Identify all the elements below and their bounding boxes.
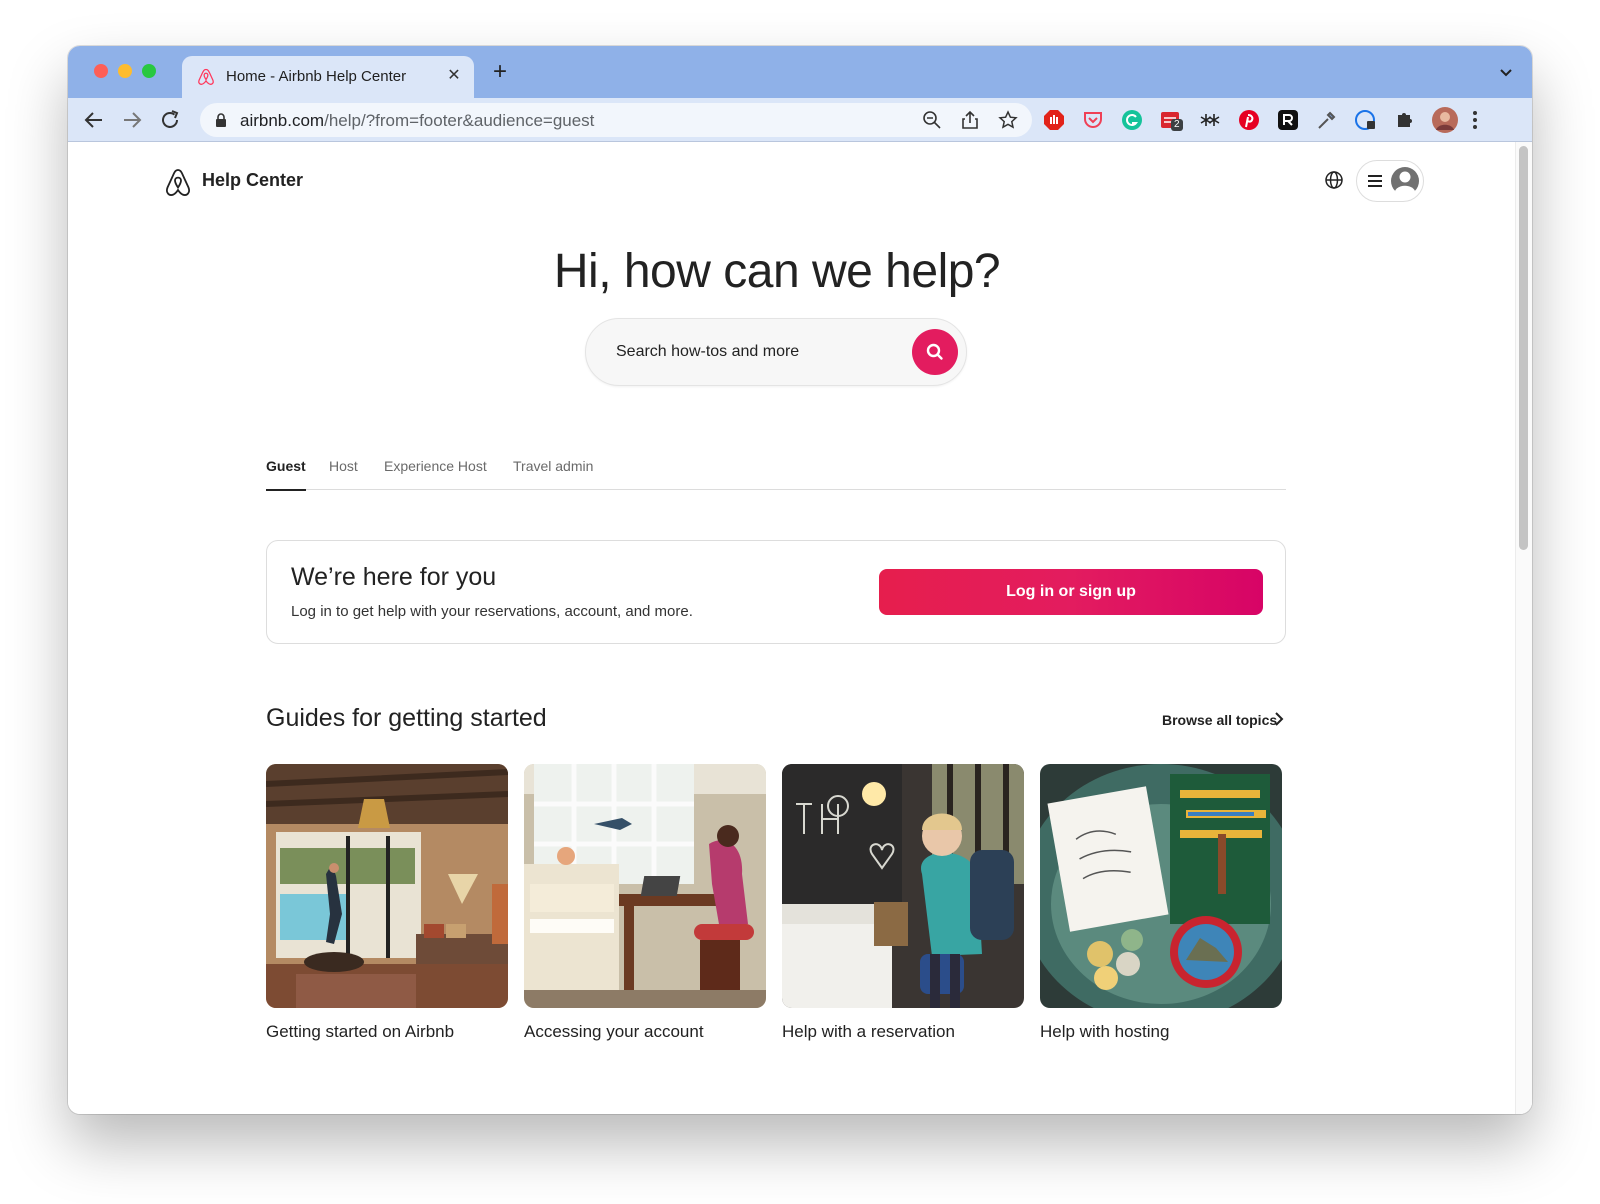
chevron-down-icon[interactable] [1498,64,1514,80]
living-room-photo[interactable] [266,764,508,1008]
close-window-button[interactable] [94,64,108,78]
calendar-extension-icon[interactable]: 2 [1160,109,1183,131]
new-tab-button[interactable]: + [488,60,512,85]
zoom-icon[interactable] [922,110,942,130]
guide-card-accessing-account[interactable]: Accessing your account [524,764,766,1041]
extensions-puzzle-icon[interactable] [1394,109,1416,131]
url-path: /help/?from=footer&audience=guest [324,111,595,130]
airbnb-favicon-icon [198,68,214,85]
tab-guest[interactable]: Guest [266,458,306,491]
search-button[interactable] [912,329,958,375]
browser-menu-icon[interactable] [1468,109,1482,131]
guide-card-title[interactable]: Getting started on Airbnb [266,1022,454,1042]
minimize-window-button[interactable] [118,64,132,78]
hero-title: Hi, how can we help? [553,245,1001,298]
help-center-title[interactable]: Help Center [202,170,303,191]
eyedropper-extension-icon[interactable] [1316,109,1338,131]
browse-all-topics-link[interactable]: Browse all topics [1162,712,1277,728]
readwise-extension-icon[interactable] [1277,109,1299,131]
home-office-photo[interactable] [524,764,766,1008]
guide-card-hosting[interactable]: Help with hosting [1040,764,1282,1041]
address-bar[interactable]: airbnb.com/help/?from=footer&audience=gu… [200,103,1032,137]
profile-avatar-icon[interactable] [1432,107,1458,133]
guide-card-title[interactable]: Help with a reservation [782,1022,955,1042]
guide-card-reservation[interactable]: Help with a reservation [782,764,1024,1041]
search-bar[interactable]: Search how-tos and more [585,318,967,386]
tab-title: Home - Airbnb Help Center [226,68,407,85]
lock-icon [216,113,226,127]
scrollbar-track[interactable] [1515,142,1532,1114]
grammarly-extension-icon[interactable] [1121,109,1143,131]
reload-icon[interactable] [158,108,182,132]
browser-tab[interactable]: Home - Airbnb Help Center ✕ [182,56,474,98]
tab-strip: Home - Airbnb Help Center ✕ + [68,46,1532,98]
user-menu-button[interactable] [1356,160,1424,202]
browser-toolbar: airbnb.com/help/?from=footer&audience=gu… [68,98,1532,142]
guide-card-title[interactable]: Help with hosting [1040,1022,1169,1042]
promo-title: We’re here for you [291,563,497,591]
password-manager-extension-icon[interactable] [1355,109,1377,131]
bookmark-star-icon[interactable] [998,110,1018,130]
promo-subtitle: Log in to get help with your reservation… [291,603,693,620]
share-icon[interactable] [960,110,980,130]
tab-host[interactable]: Host [329,458,358,490]
guide-card-title[interactable]: Accessing your account [524,1022,704,1042]
pocket-extension-icon[interactable] [1082,109,1104,131]
traveler-photo[interactable] [782,764,1024,1008]
user-avatar-icon [1391,167,1419,196]
chevron-right-icon[interactable] [1271,710,1287,728]
url-text[interactable]: airbnb.com/help/?from=footer&audience=gu… [240,111,594,131]
maximize-window-button[interactable] [142,64,156,78]
login-signup-button[interactable]: Log in or sign up [879,569,1263,615]
search-icon [926,343,943,360]
globe-icon[interactable] [1324,170,1344,190]
guide-card-getting-started[interactable]: Getting started on Airbnb [266,764,508,1041]
asterisk-extension-icon[interactable] [1199,109,1221,131]
pinterest-extension-icon[interactable] [1238,109,1260,131]
scrollbar-thumb[interactable] [1519,146,1528,550]
login-promo-card: We’re here for you Log in to get help wi… [266,540,1286,644]
tab-experience-host[interactable]: Experience Host [384,458,487,490]
back-icon[interactable] [82,108,106,132]
url-host: airbnb.com [240,111,325,130]
help-center-page: Help Center Hi, how can we help? Search … [68,142,1532,1114]
close-tab-icon[interactable]: ✕ [444,66,464,86]
tab-travel-admin[interactable]: Travel admin [513,458,593,490]
browser-window: Home - Airbnb Help Center ✕ + airbnb.com… [68,46,1532,1114]
adblock-extension-icon[interactable] [1043,109,1065,131]
audience-tabs: Guest Host Experience Host Travel admin [266,448,1286,491]
welcome-note-photo[interactable] [1040,764,1282,1008]
guides-section-title: Guides for getting started [266,704,547,732]
forward-icon[interactable] [120,108,144,132]
hamburger-icon [1368,175,1382,187]
search-input[interactable]: Search how-tos and more [616,343,799,361]
extension-badge: 2 [1171,119,1183,131]
airbnb-logo-icon[interactable] [164,168,192,198]
